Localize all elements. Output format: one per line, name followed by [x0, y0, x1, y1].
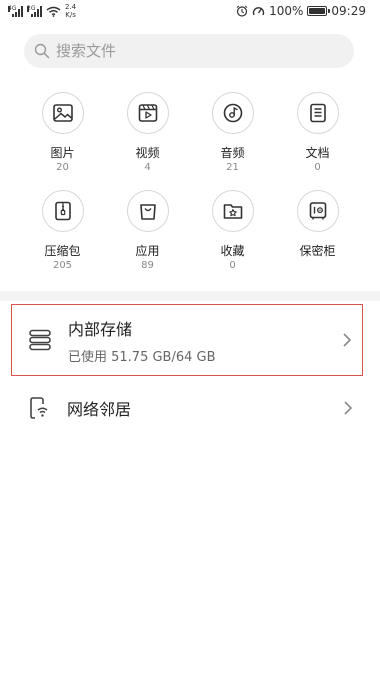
status-bar: 4G 2G 2.4 K/s 100% 09:29 [0, 0, 380, 22]
document-icon [309, 103, 326, 123]
status-left: 4G 2G 2.4 K/s [8, 3, 76, 19]
signal-icon: 4G [8, 4, 23, 17]
section-divider [0, 291, 380, 301]
signal-icon-secondary: 2G [27, 4, 42, 17]
internal-storage-row[interactable]: 内部存储 已使用 51.75 GB/64 GB [11, 304, 363, 376]
category-safe-button[interactable] [296, 190, 339, 232]
status-right: 100% 09:29 [236, 4, 366, 18]
category-label: 音频 [220, 146, 245, 160]
category-images[interactable]: 图片 20 [20, 92, 105, 174]
star-folder-icon [223, 204, 242, 219]
category-favorites-button[interactable] [211, 190, 254, 232]
category-label: 压缩包 [44, 244, 81, 258]
category-label: 文档 [305, 146, 330, 160]
category-images-button[interactable] [41, 92, 84, 134]
category-count: 20 [56, 162, 69, 173]
signal-tag-secondary: 2G [27, 4, 36, 12]
category-grid: 图片 20 视频 4 音频 21 文档 0 压缩包 205 应用 89 收藏 0… [20, 92, 360, 272]
network-speed-value: 2.4 [65, 3, 77, 11]
storage-title: 内部存储 [68, 319, 133, 339]
category-count: 4 [144, 162, 151, 173]
category-safe[interactable]: 保密柜 [275, 190, 360, 272]
category-favorites[interactable]: 收藏 0 [190, 190, 275, 272]
category-label: 保密柜 [299, 244, 336, 258]
clock-time: 09:29 [331, 4, 366, 18]
storage-icon [29, 329, 51, 351]
storage-usage: 已使用 51.75 GB/64 GB [68, 349, 216, 365]
category-documents-button[interactable] [296, 92, 339, 134]
network-phone-icon [30, 397, 48, 419]
network-text: 网络邻居 [67, 396, 333, 420]
chevron-right-icon [333, 400, 363, 416]
category-count: 0 [314, 162, 321, 173]
category-label: 应用 [135, 244, 160, 258]
category-label: 视频 [135, 146, 160, 160]
chevron-right-icon [332, 332, 362, 348]
category-label: 收藏 [220, 244, 245, 258]
storage-text: 内部存储 已使用 51.75 GB/64 GB [68, 316, 332, 365]
image-icon [52, 104, 73, 122]
search-input[interactable] [56, 42, 336, 60]
category-apps[interactable]: 应用 89 [105, 190, 190, 272]
wifi-icon [46, 6, 61, 17]
music-disc-icon [223, 103, 242, 123]
network-speed-unit: K/s [65, 11, 76, 19]
battery-percent: 100% [269, 4, 304, 18]
data-saver-icon [252, 7, 265, 16]
category-apps-button[interactable] [126, 190, 169, 232]
category-label: 图片 [50, 146, 75, 160]
network-speed: 2.4 K/s [65, 3, 76, 19]
category-archives-button[interactable] [41, 190, 84, 232]
network-icon-wrap [11, 396, 67, 420]
search-icon [34, 43, 50, 59]
shopping-bag-icon [139, 204, 156, 220]
video-icon [138, 104, 157, 122]
battery-icon [307, 6, 331, 16]
category-count: 0 [229, 260, 236, 271]
category-archives[interactable]: 压缩包 205 [20, 190, 105, 272]
safe-icon [309, 202, 326, 220]
network-title: 网络邻居 [67, 400, 132, 419]
network-neighborhood-row[interactable]: 网络邻居 [11, 384, 363, 432]
category-count: 89 [141, 260, 154, 271]
category-count: 205 [52, 260, 73, 271]
category-count: 21 [226, 162, 239, 173]
search-bar[interactable] [24, 34, 354, 68]
category-videos[interactable]: 视频 4 [105, 92, 190, 174]
category-videos-button[interactable] [126, 92, 169, 134]
storage-icon-wrap [12, 329, 68, 351]
category-audio-button[interactable] [211, 92, 254, 134]
category-audio[interactable]: 音频 21 [190, 92, 275, 174]
alarm-icon [236, 5, 248, 17]
signal-tag: 4G [8, 4, 17, 12]
archive-icon [54, 201, 71, 221]
category-documents[interactable]: 文档 0 [275, 92, 360, 174]
